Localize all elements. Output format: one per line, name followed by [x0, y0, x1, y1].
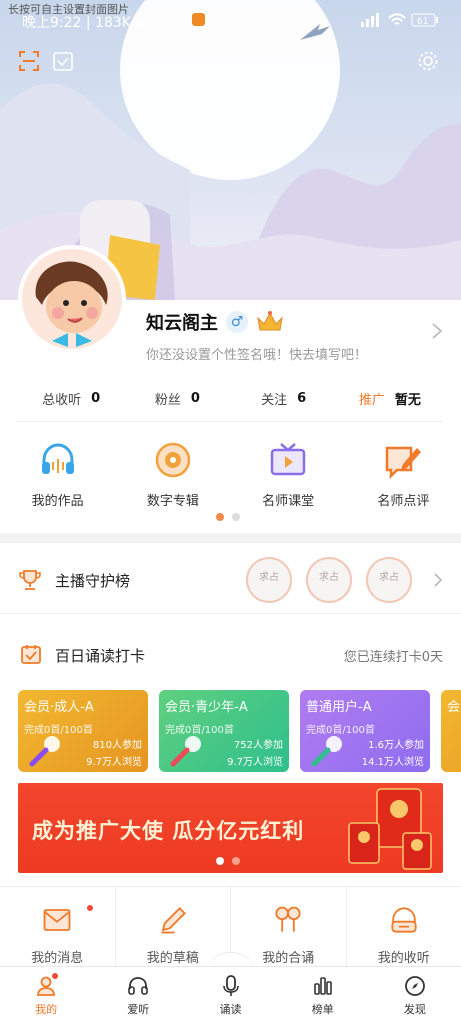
tv-icon [270, 443, 306, 476]
listen-icon [391, 907, 417, 933]
gear-icon[interactable] [417, 50, 439, 72]
guardian-slot[interactable]: 求占 [306, 557, 352, 603]
avatar[interactable] [18, 245, 126, 353]
tab-mine[interactable]: 我的 [0, 967, 92, 1024]
entry-digital-album[interactable]: 数字专辑 [115, 440, 230, 509]
trophy-icon [19, 570, 41, 590]
status-time: 晚上9:22 | 183K/s [22, 15, 143, 31]
signal-icon [361, 13, 379, 27]
stat-follow[interactable]: 关注 6 [231, 380, 337, 416]
checkin-cards: 会员·成人-A 完成0首/100首 810人参加 9.7万人浏览 会员·青少年-… [18, 690, 461, 772]
pencil-icon [161, 907, 186, 934]
microphone-icon [29, 736, 60, 767]
entry-teacher-class[interactable]: 名师课堂 [231, 440, 346, 509]
entry-my-works[interactable]: 我的作品 [0, 440, 115, 509]
grid-my-duets[interactable]: 我的合诵 [231, 887, 347, 966]
status-bar: 晚上9:22 | 183K/s 61 [0, 10, 461, 34]
checkin-icon[interactable] [52, 50, 74, 72]
album-icon [155, 442, 191, 478]
pager-dot [232, 513, 240, 521]
name-row[interactable]: 知云阁主 ♂ [146, 309, 284, 335]
promo-banner[interactable]: 成为推广大使 瓜分亿元红利 [18, 783, 443, 873]
pager-dot [232, 857, 240, 865]
pager-dot [216, 513, 224, 521]
rank-icon [313, 977, 332, 995]
checkin-title: 百日诵读打卡 [55, 647, 146, 665]
entries-pager [216, 513, 240, 521]
signature[interactable]: 你还没设置个性签名哦！快去填写吧！ [146, 344, 367, 363]
unread-dot [52, 973, 58, 979]
crown-icon [257, 311, 283, 331]
guardian-slots: 求占 求占 求占 [246, 557, 412, 603]
stat-listen[interactable]: 总收听 0 [18, 380, 124, 416]
stat-fans[interactable]: 粉丝 0 [124, 380, 230, 416]
guardian-slot[interactable]: 求占 [366, 557, 412, 603]
banner-pager [216, 857, 240, 865]
checkin-header[interactable]: 百日诵读打卡 您已连续打卡0天 [0, 638, 461, 672]
svg-text:61: 61 [417, 17, 428, 27]
guardian-slot[interactable]: 求占 [246, 557, 292, 603]
pager-dot [216, 857, 224, 865]
section-gap [0, 533, 461, 543]
stats-bar: 总收听 0 粉丝 0 关注 6 推广 暂无 [18, 380, 443, 416]
quick-entries: 我的作品 数字专辑 名师课堂 名师点评 [0, 440, 461, 509]
tab-listen[interactable]: 爱听 [92, 967, 184, 1024]
red-envelope-illustration [348, 788, 432, 870]
checkin-card[interactable]: 会员·青少年-A 完成0首/100首 752人参加 9.7万人浏览 [159, 690, 289, 772]
divider [18, 421, 443, 422]
app-notification-icon [192, 13, 205, 26]
comment-edit-icon [386, 446, 422, 480]
mic-icon [222, 975, 239, 996]
checkin-card[interactable]: 会员 [441, 690, 461, 772]
male-icon: ♂ [226, 311, 248, 333]
nickname: 知云阁主 [146, 313, 218, 334]
microphone-icon [170, 736, 201, 767]
guardian-title: 主播守护榜 [55, 572, 131, 590]
checkin-card[interactable]: 普通用户-A 完成0首/100首 1.6万人参加 14.1万人浏览 [300, 690, 430, 772]
chevron-right-icon[interactable] [431, 322, 443, 340]
avatar-illustration [22, 249, 122, 349]
calendar-icon [21, 645, 41, 664]
chevron-right-icon [434, 573, 443, 587]
bottom-tab-bar: 我的 爱听 诵读 榜单 发现 [0, 966, 461, 1024]
scan-icon[interactable] [18, 50, 40, 72]
banner-text: 成为推广大使 瓜分亿元红利 [32, 819, 305, 843]
unread-dot [86, 905, 93, 911]
battery-icon: 61 [411, 13, 438, 27]
grid-my-listening[interactable]: 我的收听 [347, 887, 461, 966]
status-icons: 61 [361, 13, 439, 27]
wifi-icon [388, 13, 406, 25]
compass-icon [405, 976, 425, 996]
stat-promotion[interactable]: 推广 暂无 [337, 380, 443, 416]
headphones-icon [41, 443, 74, 474]
tab-discover[interactable]: 发现 [369, 967, 461, 1024]
headset-icon [128, 977, 149, 995]
entry-teacher-review[interactable]: 名师点评 [346, 440, 461, 509]
grid-my-messages[interactable]: 我的消息 [0, 887, 116, 966]
checkin-card[interactable]: 会员·成人-A 完成0首/100首 810人参加 9.7万人浏览 [18, 690, 148, 772]
duet-icon [275, 906, 301, 932]
guardian-ranking-row[interactable]: 主播守护榜 求占 求占 求占 [0, 548, 461, 614]
checkin-streak: 您已连续打卡0天 [343, 650, 443, 665]
grid-my-drafts[interactable]: 我的草稿 [116, 887, 231, 966]
tab-recite[interactable]: 诵读 [184, 967, 276, 1024]
microphone-icon [311, 736, 342, 767]
mail-icon [43, 909, 71, 931]
tab-ranking[interactable]: 榜单 [277, 967, 369, 1024]
